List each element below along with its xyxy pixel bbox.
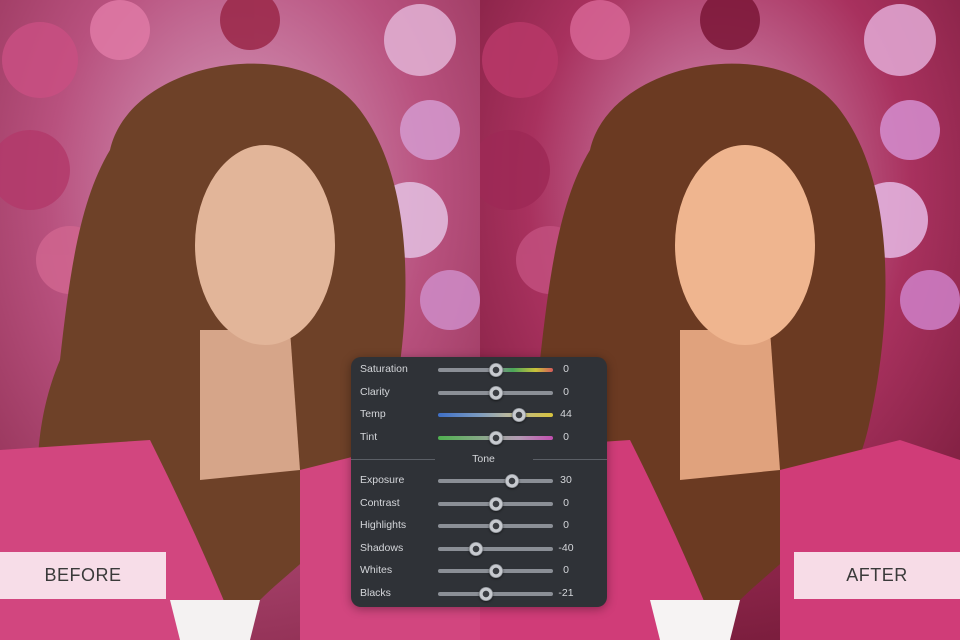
- exposure-value: 30: [560, 474, 572, 486]
- clarity-value: 0: [563, 385, 569, 398]
- highlights-slider-handle[interactable]: [488, 519, 503, 534]
- tone-divider-right: [533, 459, 607, 460]
- tint-label: Tint: [360, 430, 378, 443]
- exposure-slider-handle[interactable]: [504, 474, 519, 488]
- temp-value: 44: [560, 408, 572, 420]
- shadows-slider-handle[interactable]: [468, 541, 483, 556]
- blacks-slider[interactable]: [438, 587, 553, 601]
- shadows-slider[interactable]: [438, 541, 553, 556]
- blacks-value: -21: [558, 587, 574, 599]
- contrast-slider-handle[interactable]: [488, 496, 503, 511]
- whites-value: 0: [563, 564, 569, 577]
- tone-row-highlights: Highlights 0: [351, 517, 607, 535]
- contrast-slider[interactable]: [438, 496, 553, 511]
- tone-row-contrast: Contrast 0: [351, 495, 607, 513]
- highlights-value: 0: [563, 519, 569, 532]
- exposure-label: Exposure: [360, 474, 405, 486]
- shadows-label: Shadows: [360, 541, 404, 554]
- tint-slider[interactable]: [438, 430, 553, 445]
- highlights-slider[interactable]: [438, 519, 553, 534]
- saturation-slider-handle[interactable]: [488, 363, 503, 377]
- highlights-label: Highlights: [360, 519, 407, 532]
- tone-row-blacks: Blacks -21: [351, 585, 607, 603]
- exposure-slider[interactable]: [438, 474, 553, 488]
- saturation-label: Saturation: [360, 363, 408, 375]
- color-row-saturation: Saturation 0: [351, 361, 607, 379]
- contrast-value: 0: [563, 496, 569, 509]
- contrast-label: Contrast: [360, 496, 400, 509]
- after-label: AFTER: [794, 552, 960, 599]
- temp-slider[interactable]: [438, 408, 553, 422]
- whites-label: Whites: [360, 564, 393, 577]
- before-label: BEFORE: [0, 552, 166, 599]
- color-row-clarity: Clarity 0: [351, 384, 607, 402]
- color-row-tint: Tint 0: [351, 429, 607, 447]
- adjustments-panel: Saturation 0 Clarity 0 Temp 44 Tint 0 Tone Expo…: [351, 357, 607, 607]
- saturation-value: 0: [563, 363, 569, 375]
- clarity-label: Clarity: [360, 385, 390, 398]
- clarity-slider-handle[interactable]: [488, 385, 503, 400]
- blacks-label: Blacks: [360, 587, 391, 599]
- clarity-slider[interactable]: [438, 385, 553, 400]
- saturation-slider[interactable]: [438, 363, 553, 377]
- color-row-temp: Temp 44: [351, 406, 607, 424]
- temp-label: Temp: [360, 408, 386, 420]
- tone-row-shadows: Shadows -40: [351, 540, 607, 558]
- tone-row-exposure: Exposure 30: [351, 472, 607, 490]
- blacks-slider-handle[interactable]: [479, 587, 494, 601]
- tint-value: 0: [563, 430, 569, 443]
- shadows-value: -40: [558, 541, 574, 554]
- tint-slider-handle[interactable]: [488, 430, 503, 445]
- whites-slider[interactable]: [438, 564, 553, 579]
- temp-slider-handle[interactable]: [511, 408, 526, 422]
- tone-row-whites: Whites 0: [351, 562, 607, 580]
- whites-slider-handle[interactable]: [488, 564, 503, 579]
